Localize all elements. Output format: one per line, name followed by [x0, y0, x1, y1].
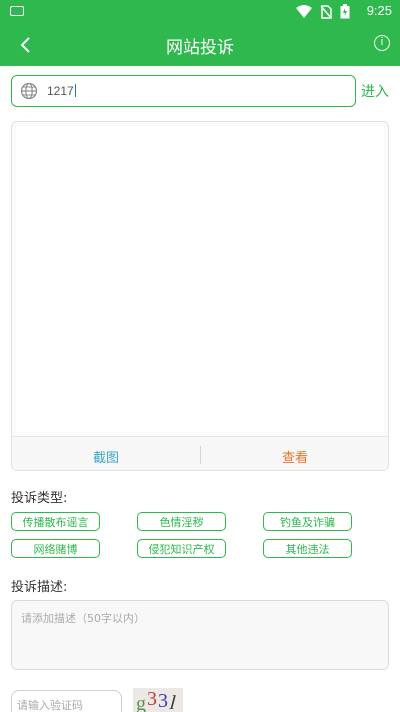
captcha-placeholder: 请输入验证码: [17, 699, 83, 712]
screenshot-button[interactable]: 截图: [93, 447, 119, 466]
description-textarea[interactable]: 请添加描述（50字以内）: [11, 600, 389, 670]
complaint-option-pornography[interactable]: 色情淫秽: [137, 512, 226, 531]
app-bar: 网站投诉 i: [0, 24, 400, 66]
captcha-char: l: [167, 692, 179, 712]
clock: 9:25: [366, 3, 392, 18]
captcha-char: 3: [158, 690, 168, 712]
status-bar: 9:25: [0, 0, 400, 24]
view-button[interactable]: 查看: [282, 447, 308, 466]
complaint-option-phishing-fraud[interactable]: 钓鱼及诈骗: [263, 512, 352, 531]
text-cursor: [74, 84, 76, 97]
battery-icon: [340, 4, 350, 19]
complaint-type-label: 投诉类型:: [11, 491, 68, 506]
url-input-value: 1217: [47, 84, 76, 98]
complaint-option-other-illegal[interactable]: 其他违法: [263, 539, 352, 558]
info-icon: i: [380, 36, 384, 48]
captcha-image[interactable]: g 3 3 l: [133, 688, 183, 712]
page-title: 网站投诉: [166, 38, 234, 58]
complaint-option-ip-infringement[interactable]: 侵犯知识产权: [137, 539, 226, 558]
info-button[interactable]: i: [374, 35, 390, 51]
description-placeholder: 请添加描述（50字以内）: [21, 612, 145, 625]
enter-button[interactable]: 进入: [361, 81, 389, 101]
keyboard-icon: [10, 6, 24, 16]
page-preview-panel: 截图 查看: [11, 121, 389, 471]
url-input[interactable]: 1217: [11, 75, 356, 107]
preview-actions: 截图 查看: [12, 436, 388, 470]
wifi-icon: [296, 4, 312, 18]
captcha-char: 3: [147, 688, 157, 710]
description-label: 投诉描述:: [11, 580, 68, 595]
divider: [200, 446, 201, 464]
no-sim-icon: [320, 4, 332, 19]
url-row: 1217 进入: [11, 75, 391, 107]
captcha-char: g: [136, 693, 146, 712]
complaint-option-gambling[interactable]: 网络赌博: [11, 539, 100, 558]
complaint-option-rumors[interactable]: 传播散布谣言: [11, 512, 100, 531]
captcha-input[interactable]: 请输入验证码: [11, 690, 122, 712]
globe-icon: [20, 82, 38, 100]
page-preview-canvas: [16, 126, 384, 432]
status-icons: [296, 4, 350, 19]
